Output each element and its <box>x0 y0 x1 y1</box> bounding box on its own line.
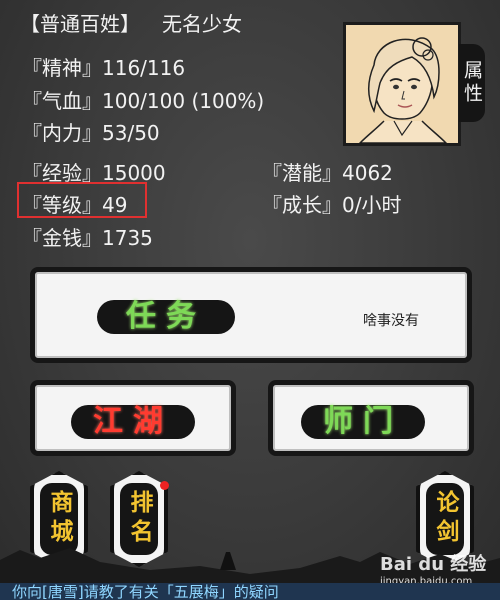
jianghu-panel[interactable]: 江湖 <box>30 380 236 456</box>
attributes-tab[interactable]: 属性 <box>459 44 485 122</box>
stat-growth: 『成长』0/小时 <box>262 193 402 217</box>
system-message: 你向[唐雪]请教了有关「五展梅」的疑问 <box>0 583 500 600</box>
notification-dot-icon <box>160 481 169 490</box>
quest-button[interactable]: 任务 <box>97 300 235 334</box>
stat-money: 『金钱』1735 <box>22 226 153 250</box>
quest-status: 啥事没有 <box>363 313 419 329</box>
stat-inner: 『内力』53/50 <box>22 121 160 145</box>
sect-button[interactable]: 师门 <box>301 405 425 439</box>
player-name: 无名少女 <box>162 12 242 36</box>
stat-potential: 『潜能』4062 <box>262 161 393 185</box>
stat-spirit: 『精神』116/116 <box>22 56 186 80</box>
character-portrait[interactable] <box>343 22 461 146</box>
player-title: 【普通百姓】 <box>20 12 140 36</box>
sect-panel[interactable]: 师门 <box>268 380 474 456</box>
stat-blood: 『气血』100/100 (100%) <box>22 89 265 113</box>
girl-portrait-icon <box>358 37 448 144</box>
quest-panel[interactable]: 任务 啥事没有 <box>30 267 472 363</box>
level-highlight-box <box>17 182 147 218</box>
baidu-watermark: Bai du 经验 jingyan.baidu.com <box>380 554 487 587</box>
jianghu-button[interactable]: 江湖 <box>71 405 195 439</box>
